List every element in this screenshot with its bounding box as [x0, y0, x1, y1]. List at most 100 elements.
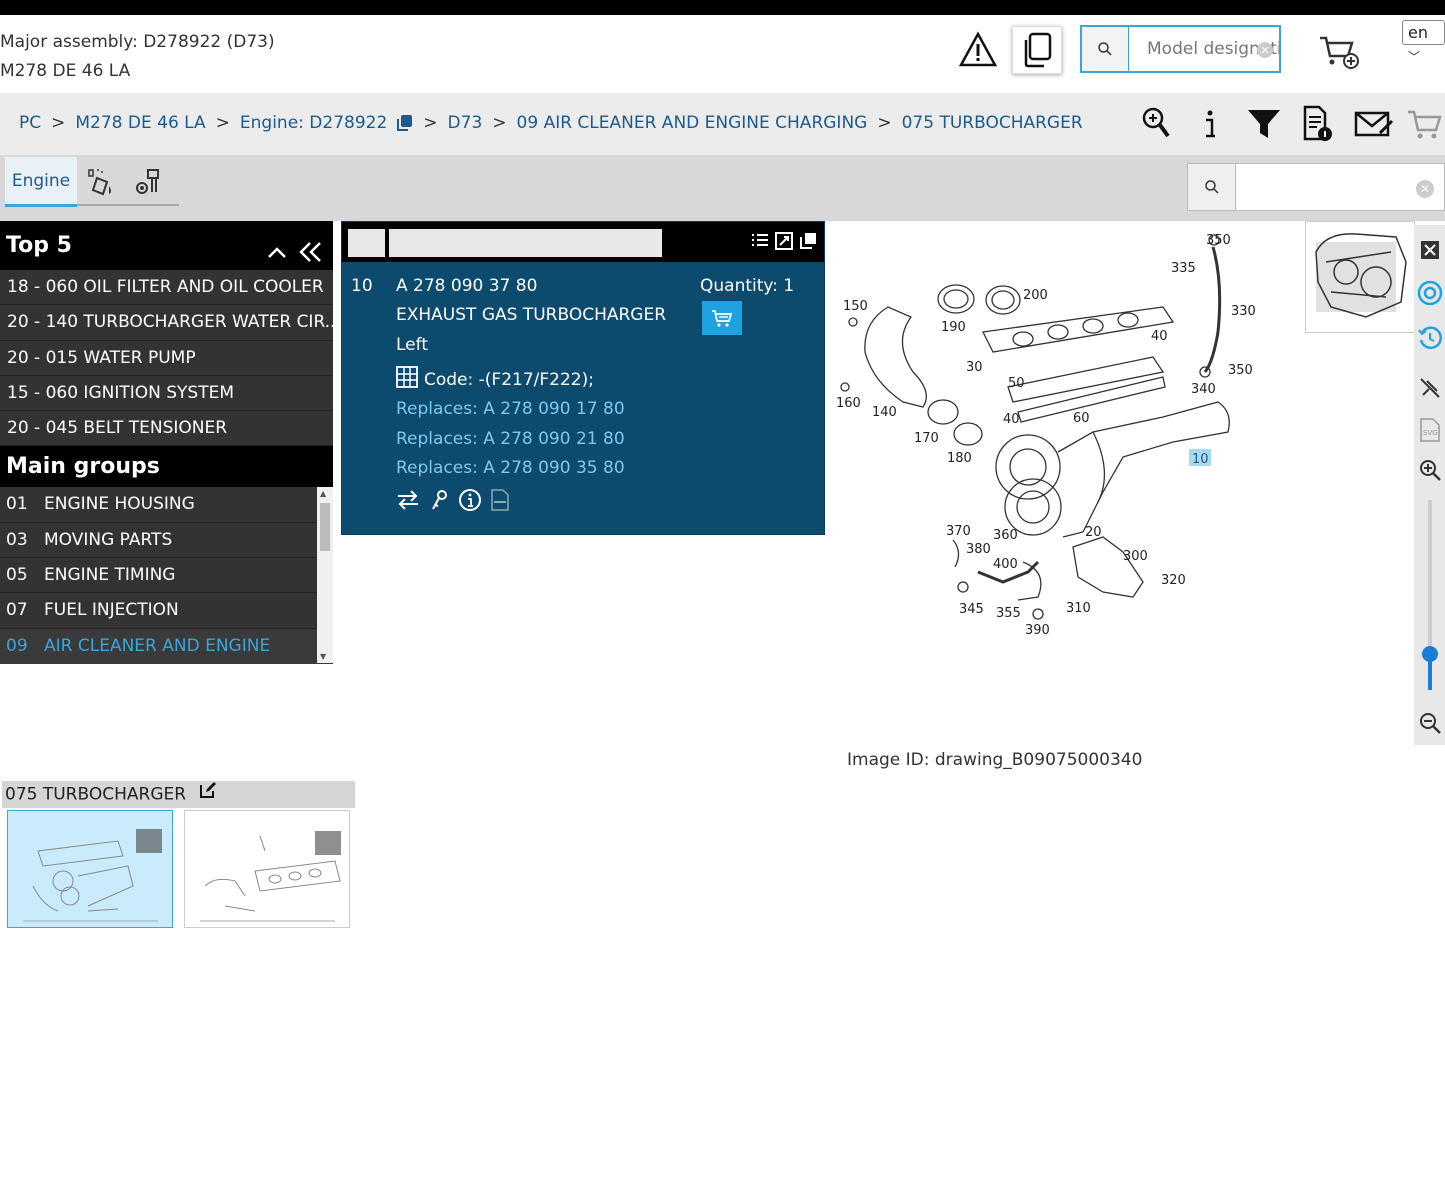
history-icon[interactable]: [1417, 325, 1443, 351]
image-id: Image ID: drawing_B09075000340: [847, 750, 1143, 770]
scroll-down-icon[interactable]: ▼: [320, 652, 326, 661]
model-search-button[interactable]: [1082, 27, 1129, 71]
breadcrumb-separator: >: [492, 113, 507, 133]
gallery-thumbnail[interactable]: [184, 810, 350, 928]
part-number[interactable]: A 278 090 37 80: [396, 276, 537, 296]
zoom-in-icon[interactable]: [1417, 457, 1443, 483]
breadcrumb-model[interactable]: M278 DE 46 LA: [75, 113, 205, 133]
overview-thumbnail[interactable]: [1305, 221, 1415, 333]
callout-label: 350: [1206, 233, 1231, 248]
main-group-item[interactable]: 07 FUEL INJECTION: [0, 593, 317, 629]
breadcrumb-pc[interactable]: PC: [19, 113, 41, 133]
part-search-button[interactable]: [1188, 164, 1236, 210]
tab-engine[interactable]: Engine: [5, 157, 77, 207]
breadcrumb-separator: >: [423, 113, 438, 133]
breadcrumb-engine[interactable]: Engine: D278922: [240, 113, 387, 133]
collapse-panel-icon[interactable]: [298, 233, 324, 282]
main-group-number: 03: [6, 529, 28, 550]
filter-field[interactable]: [389, 229, 662, 257]
breadcrumb-group[interactable]: 09 AIR CLEANER AND ENGINE CHARGING: [517, 113, 868, 133]
replaces-link[interactable]: Replaces: A 278 090 35 80: [396, 458, 625, 478]
copy-button[interactable]: [1012, 26, 1062, 74]
top5-item[interactable]: 20 - 140 TURBOCHARGER WATER CIR...: [0, 305, 333, 341]
zoom-slider-handle[interactable]: [1422, 646, 1438, 662]
copy-icon[interactable]: [395, 114, 413, 132]
clear-icon[interactable]: ✕: [1257, 42, 1273, 58]
part-detail-panel: 10 A 278 090 37 80 EXHAUST GAS TURBOCHAR…: [341, 221, 825, 535]
mail-icon[interactable]: [1354, 104, 1394, 144]
close-icon[interactable]: [1417, 237, 1443, 263]
main-group-item[interactable]: 03 MOVING PARTS: [0, 522, 317, 559]
filter-icon[interactable]: [1246, 104, 1282, 144]
filter-field[interactable]: [348, 229, 385, 257]
callout-label: 355: [996, 606, 1021, 621]
unpin-icon[interactable]: [1417, 375, 1443, 401]
clear-icon[interactable]: ✕: [1416, 180, 1434, 198]
callout-label: 40: [1003, 412, 1020, 427]
part-actions: [396, 488, 510, 517]
main-group-item-active[interactable]: 09 AIR CLEANER AND ENGINE: [0, 628, 317, 664]
main-group-number: 05: [6, 565, 28, 586]
breadcrumb-d73[interactable]: D73: [448, 113, 483, 133]
breadcrumb-subgroup[interactable]: 075 TURBOCHARGER: [902, 113, 1083, 133]
replaces-link[interactable]: Replaces: A 278 090 17 80: [396, 399, 625, 419]
edit-icon[interactable]: [199, 781, 217, 808]
svg-export-icon[interactable]: SVG: [1417, 417, 1443, 443]
top5-item[interactable]: 20 - 015 WATER PUMP: [0, 340, 333, 376]
search-icon: [1204, 180, 1219, 194]
wis-document-icon[interactable]: [490, 488, 510, 517]
assembly-info: Major assembly: D278922 (D73) M278 DE 46…: [0, 28, 275, 86]
key-icon[interactable]: [428, 489, 450, 516]
paint-bucket-icon[interactable]: [84, 165, 118, 199]
top5-item[interactable]: 20 - 045 BELT TENSIONER: [0, 411, 333, 447]
info-circle-icon[interactable]: [458, 488, 482, 517]
main-group-label: ENGINE HOUSING: [44, 494, 195, 515]
cart-icon[interactable]: [1406, 104, 1442, 144]
warning-icon[interactable]: [958, 30, 998, 70]
part-code: Code: -(F217/F222);: [424, 369, 594, 390]
collapse-up-icon[interactable]: [266, 233, 288, 282]
add-to-cart-button[interactable]: [702, 301, 742, 335]
main-group-number: 07: [6, 600, 28, 621]
gallery-header: 075 TURBOCHARGER: [2, 781, 355, 808]
top5-item[interactable]: 15 - 060 IGNITION SYSTEM: [0, 375, 333, 412]
search-icon: [1098, 42, 1112, 56]
scrollbar-thumb[interactable]: [320, 503, 330, 552]
popout-icon[interactable]: [798, 231, 818, 255]
scrollbar[interactable]: ▲ ▼: [317, 487, 333, 664]
callout-label: 30: [966, 360, 983, 375]
part-quantity: Quantity: 1: [700, 276, 795, 296]
zoom-search-icon[interactable]: [1138, 104, 1174, 144]
document-info-icon[interactable]: [1300, 104, 1336, 144]
swap-icon[interactable]: [396, 489, 420, 516]
zoom-out-icon[interactable]: [1417, 710, 1443, 736]
expand-icon[interactable]: [774, 231, 794, 255]
main-group-item[interactable]: 01 ENGINE HOUSING: [0, 487, 317, 523]
main-group-item[interactable]: 05 ENGINE TIMING: [0, 558, 317, 594]
list-icon[interactable]: [750, 231, 770, 255]
callout-label: 20: [1085, 525, 1102, 540]
part-search-input[interactable]: [1236, 164, 1444, 210]
callout-label: 200: [1023, 288, 1048, 303]
language-value: en: [1408, 23, 1428, 42]
add-to-cart-icon[interactable]: [1318, 34, 1360, 70]
callout-label: 190: [941, 320, 966, 335]
info-icon[interactable]: [1192, 104, 1228, 144]
replaces-link[interactable]: Replaces: A 278 090 21 80: [396, 429, 625, 449]
top5-header: Top 5: [0, 221, 333, 270]
parts-icon[interactable]: [133, 165, 167, 199]
callout-label: 400: [993, 557, 1018, 572]
table-icon[interactable]: [396, 366, 418, 393]
callout-label: 40: [1151, 329, 1168, 344]
scroll-up-icon[interactable]: ▲: [320, 489, 326, 498]
language-select[interactable]: en ﹀: [1402, 20, 1445, 64]
exploded-drawing[interactable]: 350 335 330 200 150 190 40 30 350 50 340…: [833, 222, 1303, 642]
callout-label: 380: [966, 542, 991, 557]
top5-title: Top 5: [6, 233, 72, 258]
callout-label: 180: [947, 451, 972, 466]
breadcrumb-separator: >: [877, 113, 892, 133]
target-icon[interactable]: [1417, 280, 1443, 306]
drawing-callouts: 350 335 330 200 150 190 40 30 350 50 340…: [836, 233, 1256, 638]
callout-label: 60: [1073, 411, 1090, 426]
gallery-thumbnail-selected[interactable]: [7, 810, 173, 928]
